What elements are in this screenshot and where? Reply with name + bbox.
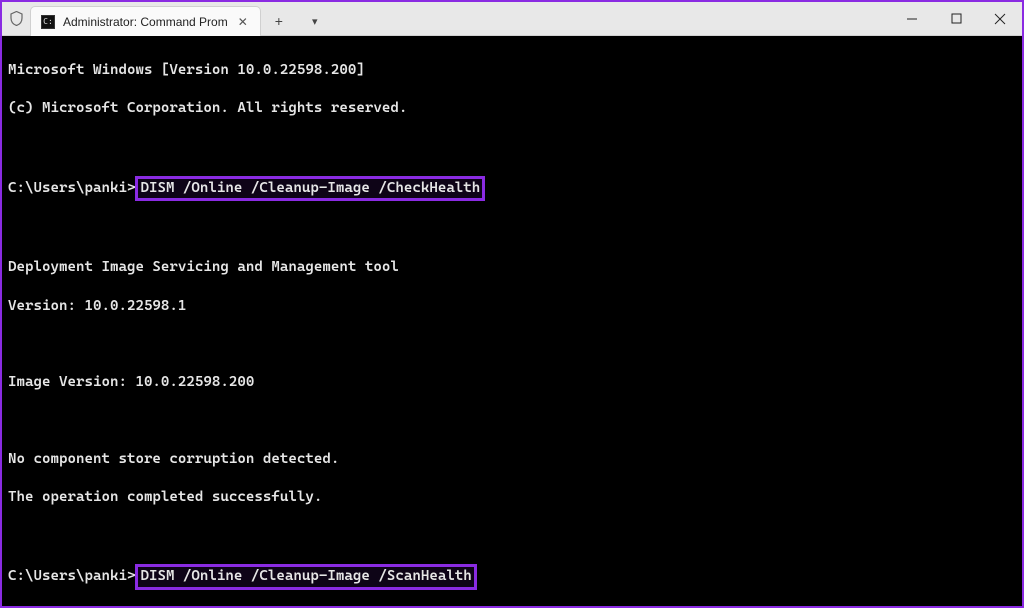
command-prompt-icon: C: <box>41 15 55 29</box>
blank <box>8 335 1016 354</box>
titlebar: C: Administrator: Command Prom ✕ + ▾ <box>2 2 1022 36</box>
os-version-line: Microsoft Windows [Version 10.0.22598.20… <box>8 61 1016 80</box>
checkhealth-result: No component store corruption detected. <box>8 450 1016 469</box>
prompt-line-1: C:\Users\panki>DISM /Online /Cleanup-Ima… <box>8 176 1016 201</box>
highlight-cmd-1: DISM /Online /Cleanup-Image /CheckHealth <box>135 176 485 201</box>
op-complete: The operation completed successfully. <box>8 488 1016 507</box>
tab-dropdown-button[interactable]: ▾ <box>297 6 333 36</box>
tool-version: Version: 10.0.22598.1 <box>8 297 1016 316</box>
tool-header: Deployment Image Servicing and Managemen… <box>8 258 1016 277</box>
maximize-button[interactable] <box>934 2 978 35</box>
window-controls <box>890 2 1022 35</box>
shield-icon <box>2 2 30 35</box>
blank <box>8 526 1016 545</box>
highlight-cmd-2: DISM /Online /Cleanup-Image /ScanHealth <box>135 564 476 589</box>
terminal-output[interactable]: Microsoft Windows [Version 10.0.22598.20… <box>2 36 1022 606</box>
image-version: Image Version: 10.0.22598.200 <box>8 373 1016 392</box>
close-tab-button[interactable]: ✕ <box>236 15 250 29</box>
blank <box>8 220 1016 239</box>
close-window-button[interactable] <box>978 2 1022 35</box>
blank <box>8 138 1016 157</box>
prompt-line-2: C:\Users\panki>DISM /Online /Cleanup-Ima… <box>8 564 1016 589</box>
prompt-text: C:\Users\panki> <box>8 180 135 196</box>
new-tab-button[interactable]: + <box>261 6 297 36</box>
copyright-line: (c) Microsoft Corporation. All rights re… <box>8 99 1016 118</box>
blank <box>8 411 1016 430</box>
tab-command-prompt[interactable]: C: Administrator: Command Prom ✕ <box>30 6 261 36</box>
titlebar-drag-area[interactable] <box>333 2 890 35</box>
tab-title: Administrator: Command Prom <box>63 15 228 29</box>
app-window: C: Administrator: Command Prom ✕ + ▾ Mic… <box>0 0 1024 608</box>
prompt-text: C:\Users\panki> <box>8 568 135 584</box>
minimize-button[interactable] <box>890 2 934 35</box>
